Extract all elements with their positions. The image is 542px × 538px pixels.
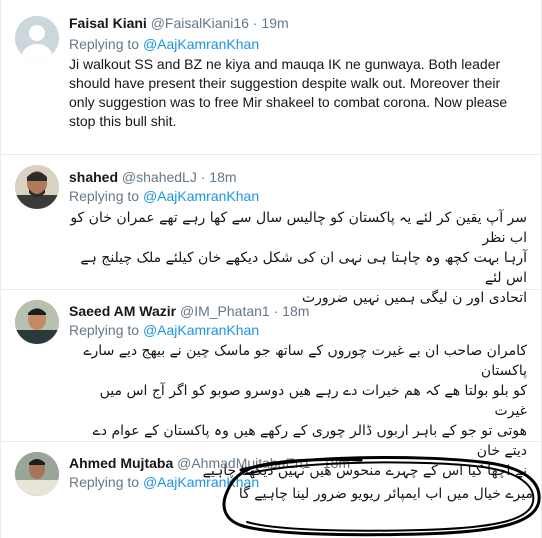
replying-to-label: Replying to bbox=[69, 188, 140, 204]
user-handle[interactable]: @IM_Phatan1 bbox=[180, 303, 270, 319]
tweet-header: shahed @shahedLJ · 18m bbox=[69, 168, 237, 186]
display-name[interactable]: Saeed AM Wazir bbox=[69, 303, 176, 319]
display-name[interactable]: Faisal Kiani bbox=[69, 15, 147, 31]
tweet[interactable]: shahed @shahedLJ · 18m Replying to @AajK… bbox=[1, 155, 541, 306]
tweet-text-line: کو بلو بولتا ھے کہ ھم خیرات دے رہے ھیں د… bbox=[99, 383, 527, 419]
replying-to-label: Replying to bbox=[69, 474, 140, 490]
tweet-text-line: میرے خیال میں اب ایمپائر ریویو ضرور لینا… bbox=[238, 486, 533, 502]
tweet[interactable]: Faisal Kiani @FaisalKiani16 · 19m Replyi… bbox=[1, 0, 541, 155]
replying-to-line: Replying to @AajKamranKhan bbox=[69, 187, 259, 205]
separator-dot: · bbox=[314, 455, 319, 471]
separator-dot: · bbox=[273, 303, 279, 319]
tweet-text-line: آرہا بہت کچھ وہ چاہتا ہی نہی ان کی شکل د… bbox=[80, 250, 527, 286]
avatar[interactable] bbox=[15, 16, 59, 60]
timestamp[interactable]: 18m bbox=[209, 169, 236, 185]
tweet-header: Ahmed Mujtaba @AhmadMujtabaEn1 · 18m bbox=[69, 454, 350, 472]
tweet-text-line: کامران صاحب ان بے غیرت چوروں کے ساتھ جو … bbox=[83, 343, 527, 379]
replying-to-line: Replying to @AajKamranKhan bbox=[69, 35, 259, 53]
tweet[interactable]: Saeed AM Wazir @IM_Phatan1 · 18m Replyin… bbox=[1, 290, 541, 479]
timestamp[interactable]: 18m bbox=[323, 455, 350, 471]
mention-link[interactable]: @AajKamranKhan bbox=[143, 188, 259, 204]
timestamp[interactable]: 19m bbox=[261, 15, 288, 31]
user-handle[interactable]: @AhmadMujtabaEn1 bbox=[177, 455, 310, 471]
avatar[interactable] bbox=[15, 300, 59, 344]
replying-to-label: Replying to bbox=[69, 36, 140, 52]
user-handle[interactable]: @FaisalKiani16 bbox=[151, 15, 249, 31]
user-photo-icon bbox=[15, 452, 59, 496]
separator-dot: · bbox=[252, 15, 258, 31]
replying-to-line: Replying to @AajKamranKhan bbox=[69, 321, 259, 339]
avatar[interactable] bbox=[15, 452, 59, 496]
mention-link[interactable]: @AajKamranKhan bbox=[143, 36, 259, 52]
tweet-text-line: سر آپ یقین کر لئے یہ پاکستان کو چالیس سا… bbox=[70, 210, 527, 246]
tweet[interactable]: Ahmed Mujtaba @AhmadMujtabaEn1 · 18m Rep… bbox=[1, 442, 541, 538]
tweet-text: میرے خیال میں اب ایمپائر ریویو ضرور لینا… bbox=[233, 486, 533, 502]
mention-link[interactable]: @AajKamranKhan bbox=[143, 322, 259, 338]
tweet-header: Saeed AM Wazir @IM_Phatan1 · 18m bbox=[69, 302, 309, 320]
avatar[interactable] bbox=[15, 165, 59, 209]
timestamp[interactable]: 18m bbox=[282, 303, 309, 319]
display-name[interactable]: shahed bbox=[69, 169, 118, 185]
replying-to-label: Replying to bbox=[69, 322, 140, 338]
tweet-header: Faisal Kiani @FaisalKiani16 · 19m bbox=[69, 14, 289, 32]
user-photo-icon bbox=[15, 300, 59, 344]
reply-feed: Faisal Kiani @FaisalKiani16 · 19m Replyi… bbox=[0, 0, 542, 538]
replying-to-line: Replying to @AajKamranKhan bbox=[69, 473, 259, 491]
separator-dot: · bbox=[200, 169, 206, 185]
user-handle[interactable]: @shahedLJ bbox=[122, 169, 197, 185]
display-name[interactable]: Ahmed Mujtaba bbox=[69, 455, 173, 471]
tweet-text: Ji walkout SS and BZ ne kiya and mauqa I… bbox=[69, 56, 508, 129]
user-photo-icon bbox=[15, 165, 59, 209]
default-profile-icon bbox=[15, 16, 59, 60]
